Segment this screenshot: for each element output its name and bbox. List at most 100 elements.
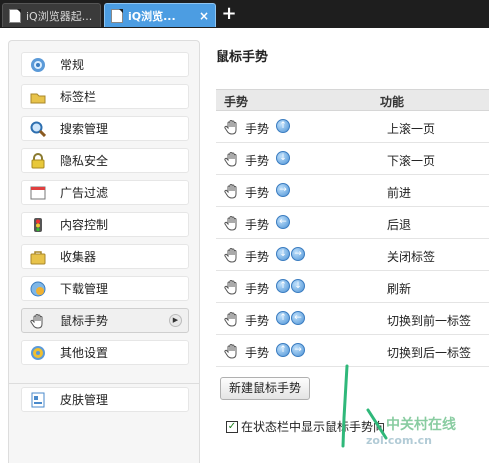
briefcase-icon [30,249,46,265]
gesture-arrows: ↑ [276,119,291,133]
gesture-function: 关闭标签 [387,250,436,264]
sidebar-item-tabbar[interactable]: 标签栏 [21,84,189,109]
tab-title: iQ浏览器起... [26,9,93,23]
download-icon [30,281,46,297]
hand-icon [224,311,238,327]
arrow-icon: ↑ [276,311,290,325]
hand-icon [224,119,238,135]
tab-settings[interactable]: iQ浏览... × [104,3,216,27]
gesture-label: 手势 [245,346,270,360]
sidebar-item-label: 搜索管理 [60,122,109,136]
sidebar-item-label: 内容控制 [60,218,109,232]
watermark-text: 中关村在线 [386,417,456,433]
page-icon [111,8,123,23]
gesture-arrows: ← [276,215,291,229]
statusbar-checkbox[interactable]: ✓ [226,420,238,433]
sidebar-item-search[interactable]: 搜索管理 [21,116,189,141]
sidebar-item-label: 下载管理 [60,282,109,296]
sidebar-item-label: 隐私安全 [60,154,109,168]
sidebar-item-other-settings[interactable]: 其他设置 [21,340,189,365]
gesture-function: 切换到前一标签 [387,314,472,328]
sidebar-divider [9,383,199,384]
sidebar-item-label: 其他设置 [60,346,109,360]
chevron-right-icon: ▶ [169,314,182,327]
magnifier-icon [30,121,46,137]
arrow-icon: ↑ [276,343,290,357]
gesture-arrows: ↑ ↓ [276,279,306,293]
table-row[interactable]: 手势 ↑ ← 切换到前一标签 [216,303,489,335]
sidebar-item-content-control[interactable]: 内容控制 [21,212,189,237]
gesture-arrows: ↑ ← [276,311,306,325]
page-title: 鼠标手势 [216,50,269,65]
hand-icon [224,279,238,295]
gesture-function: 刷新 [387,282,412,296]
arrow-icon: ← [291,311,305,325]
sidebar-item-privacy[interactable]: 隐私安全 [21,148,189,173]
sidebar-item-mouse-gestures[interactable]: 鼠标手势 ▶ [21,308,189,333]
gesture-label: 手势 [245,122,270,136]
sidebar-item-general[interactable]: 常规 [21,52,189,77]
settings-sidebar: 常规 标签栏 搜索管理 隐私安全 广告过滤 内容控制 收集器 下载管理 鼠标手势… [8,40,200,463]
hand-icon [30,313,46,329]
sidebar-item-download[interactable]: 下载管理 [21,276,189,301]
hand-icon [224,151,238,167]
sidebar-item-skin[interactable]: 皮肤管理 [21,387,189,412]
settings-page: 常规 标签栏 搜索管理 隐私安全 广告过滤 内容控制 收集器 下载管理 鼠标手势… [0,28,489,463]
hand-icon [224,343,238,359]
gesture-label: 手势 [245,250,270,264]
table-row[interactable]: 手势 ↑ 上滚一页 [216,111,489,143]
gesture-function: 前进 [387,186,412,200]
gesture-arrows: ↑ → [276,343,306,357]
watermark-url: zol.com.cn [366,434,432,447]
arrow-icon: ↓ [276,151,290,165]
table-row[interactable]: 手势 ← 后退 [216,207,489,239]
gesture-label: 手势 [245,186,270,200]
table-row[interactable]: 手势 → 前进 [216,175,489,207]
sidebar-item-label: 标签栏 [60,90,97,104]
watermark: 中关村在线 zol.com.cn [366,414,456,447]
hand-icon [224,215,238,231]
sidebar-item-label: 收集器 [60,250,97,264]
gesture-arrows: → [276,183,291,197]
tab-start-page[interactable]: iQ浏览器起... [2,3,101,27]
gesture-label: 手势 [245,154,270,168]
sidebar-item-label: 鼠标手势 [60,314,109,328]
table-row[interactable]: 手势 ↓ 下滚一页 [216,143,489,175]
gesture-arrows: ↓ → [276,247,306,261]
new-tab-button[interactable]: + [220,3,238,25]
arrow-icon: → [276,183,290,197]
table-row[interactable]: 手势 ↑ ↓ 刷新 [216,271,489,303]
hand-icon [224,247,238,263]
arrow-icon: → [291,247,305,261]
window-filter-icon [30,185,46,201]
sidebar-item-collector[interactable]: 收集器 [21,244,189,269]
gears-icon [30,345,46,361]
sidebar-item-adfilter[interactable]: 广告过滤 [21,180,189,205]
arrow-icon: ← [276,215,290,229]
gesture-table-header: 手势 功能 [216,89,489,111]
arrow-icon: ↑ [276,119,290,133]
gear-blue-icon [30,57,46,73]
arrow-icon: → [291,343,305,357]
arrow-icon: ↓ [276,247,290,261]
new-gesture-button[interactable]: 新建鼠标手势 [220,377,310,400]
tab-folder-icon [30,89,46,105]
column-header-function: 功能 [380,95,405,109]
sidebar-item-label: 皮肤管理 [60,393,109,407]
sidebar-item-label: 常规 [60,58,85,72]
gesture-label: 手势 [245,282,270,296]
lock-icon [30,152,46,169]
gesture-label: 手势 [245,314,270,328]
traffic-light-icon [30,217,46,233]
hand-icon [224,183,238,199]
table-row[interactable]: 手势 ↓ → 关闭标签 [216,239,489,271]
gesture-arrows: ↓ [276,151,291,165]
close-icon[interactable]: × [199,9,209,23]
gesture-function: 上滚一页 [387,122,436,136]
page-icon [9,8,21,23]
tab-title: iQ浏览... [128,9,176,23]
arrow-icon: ↓ [291,279,305,293]
gesture-function: 下滚一页 [387,154,436,168]
arrow-icon: ↑ [276,279,290,293]
sidebar-item-label: 广告过滤 [60,186,109,200]
